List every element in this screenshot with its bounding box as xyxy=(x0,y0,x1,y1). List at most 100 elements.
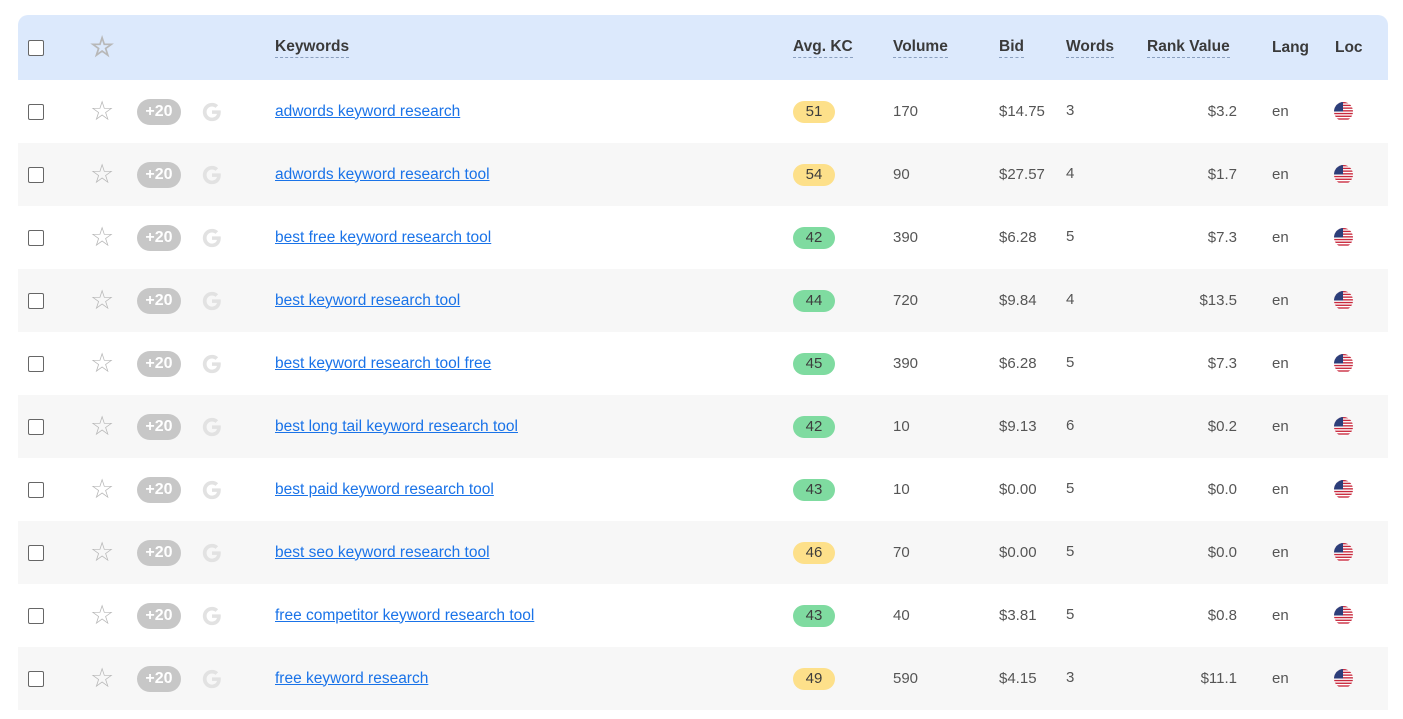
row-checkbox[interactable] xyxy=(28,355,44,372)
google-cell xyxy=(201,143,223,206)
row-checkbox[interactable] xyxy=(28,229,44,246)
plus-badge[interactable]: +20 xyxy=(137,350,181,377)
words-value: 5 xyxy=(1066,354,1075,371)
keyword-link[interactable]: adwords keyword research tool xyxy=(275,166,490,184)
favorite-cell: ☆ xyxy=(90,584,114,647)
table-row: ☆ +20 free competitor keyword research too… xyxy=(18,584,1388,647)
kc-cell: 42 xyxy=(793,395,835,458)
keyword-link[interactable]: best keyword research tool free xyxy=(275,355,491,373)
bid-value: $9.84 xyxy=(999,292,1037,309)
header-bid[interactable]: Bid xyxy=(999,38,1024,58)
google-icon[interactable] xyxy=(201,101,223,123)
rank-value: $0.8 xyxy=(1207,607,1237,624)
plus-badge[interactable]: +20 xyxy=(137,413,181,440)
header-words[interactable]: Words xyxy=(1066,38,1114,58)
google-icon[interactable] xyxy=(201,668,223,690)
keyword-link[interactable]: free keyword research xyxy=(275,670,428,688)
row-checkbox[interactable] xyxy=(28,670,44,687)
google-icon[interactable] xyxy=(201,227,223,249)
header-volume[interactable]: Volume xyxy=(893,38,948,58)
star-icon[interactable]: ☆ xyxy=(90,98,114,125)
google-cell xyxy=(201,80,223,143)
favorite-cell: ☆ xyxy=(90,395,114,458)
keyword-link[interactable]: adwords keyword research xyxy=(275,103,460,121)
row-checkbox[interactable] xyxy=(28,292,44,309)
table-header: ☆ Keywords Avg. KC Volume Bid Words Rank… xyxy=(18,15,1388,80)
star-icon[interactable]: ☆ xyxy=(90,34,114,61)
us-flag-icon xyxy=(1334,606,1353,625)
plus-badge[interactable]: +20 xyxy=(137,161,181,188)
google-icon[interactable] xyxy=(201,290,223,312)
star-icon[interactable]: ☆ xyxy=(90,350,114,377)
header-keywords[interactable]: Keywords xyxy=(275,38,350,58)
select-all-checkbox[interactable] xyxy=(28,39,44,56)
keyword-link[interactable]: best paid keyword research tool xyxy=(275,481,494,499)
bid-value: $14.75 xyxy=(999,103,1045,120)
us-flag-icon xyxy=(1334,354,1353,373)
favorite-cell: ☆ xyxy=(90,521,114,584)
rank-value: $13.5 xyxy=(1199,292,1237,309)
header-rank-value[interactable]: Rank Value xyxy=(1147,38,1230,58)
rank-value: $0.0 xyxy=(1207,481,1237,498)
google-icon[interactable] xyxy=(201,605,223,627)
loc-cell xyxy=(1334,143,1353,206)
plus-badge[interactable]: +20 xyxy=(137,287,181,314)
plus-badge[interactable]: +20 xyxy=(137,602,181,629)
words-value: 5 xyxy=(1066,228,1075,245)
google-icon[interactable] xyxy=(201,353,223,375)
header-loc[interactable]: Loc xyxy=(1335,39,1363,57)
row-checkbox[interactable] xyxy=(28,103,44,120)
loc-cell xyxy=(1334,458,1353,521)
row-checkbox[interactable] xyxy=(28,418,44,435)
row-checkbox[interactable] xyxy=(28,607,44,624)
row-checkbox[interactable] xyxy=(28,481,44,498)
volume-value: 90 xyxy=(893,166,910,183)
star-icon[interactable]: ☆ xyxy=(90,665,114,692)
table-row: ☆ +20 best paid keyword research tool 43 10 $… xyxy=(18,458,1388,521)
row-select-cell xyxy=(28,458,44,521)
plus-badge[interactable]: +20 xyxy=(137,665,181,692)
kc-cell: 45 xyxy=(793,332,835,395)
keyword-link[interactable]: best free keyword research tool xyxy=(275,229,491,247)
plus-badge[interactable]: +20 xyxy=(137,224,181,251)
google-cell xyxy=(201,332,223,395)
star-icon[interactable]: ☆ xyxy=(90,539,114,566)
kc-cell: 51 xyxy=(793,80,835,143)
row-checkbox[interactable] xyxy=(28,166,44,183)
favorite-cell: ☆ xyxy=(90,206,114,269)
volume-value: 720 xyxy=(893,292,919,309)
words-value: 5 xyxy=(1066,480,1075,497)
table-row: ☆ +20 adwords keyword research 51 170 $14.75 3… xyxy=(18,80,1388,143)
lang-value: en xyxy=(1272,229,1289,246)
plus-badge[interactable]: +20 xyxy=(137,98,181,125)
star-icon[interactable]: ☆ xyxy=(90,161,114,188)
star-icon[interactable]: ☆ xyxy=(90,287,114,314)
row-select-cell xyxy=(28,332,44,395)
favorite-header-cell: ☆ xyxy=(90,15,114,80)
kc-badge: 42 xyxy=(793,415,835,438)
star-icon[interactable]: ☆ xyxy=(90,602,114,629)
volume-value: 40 xyxy=(893,607,910,624)
star-icon[interactable]: ☆ xyxy=(90,224,114,251)
google-icon[interactable] xyxy=(201,542,223,564)
rank-value: $3.2 xyxy=(1207,103,1237,120)
plus-badge[interactable]: +20 xyxy=(137,539,181,566)
keyword-link[interactable]: best long tail keyword research tool xyxy=(275,418,518,436)
keyword-link[interactable]: best keyword research tool xyxy=(275,292,460,310)
lang-value: en xyxy=(1272,481,1289,498)
us-flag-icon xyxy=(1334,291,1353,310)
star-icon[interactable]: ☆ xyxy=(90,476,114,503)
plus-badge[interactable]: +20 xyxy=(137,476,181,503)
keyword-cell: best keyword research tool free xyxy=(275,332,491,395)
star-icon[interactable]: ☆ xyxy=(90,413,114,440)
row-checkbox[interactable] xyxy=(28,544,44,561)
google-icon[interactable] xyxy=(201,479,223,501)
kc-badge: 46 xyxy=(793,541,835,564)
keyword-link[interactable]: best seo keyword research tool xyxy=(275,544,490,562)
keyword-link[interactable]: free competitor keyword research tool xyxy=(275,607,534,625)
google-icon[interactable] xyxy=(201,416,223,438)
row-select-cell xyxy=(28,143,44,206)
header-avg-kc[interactable]: Avg. KC xyxy=(793,38,853,58)
header-lang[interactable]: Lang xyxy=(1272,39,1309,57)
google-icon[interactable] xyxy=(201,164,223,186)
